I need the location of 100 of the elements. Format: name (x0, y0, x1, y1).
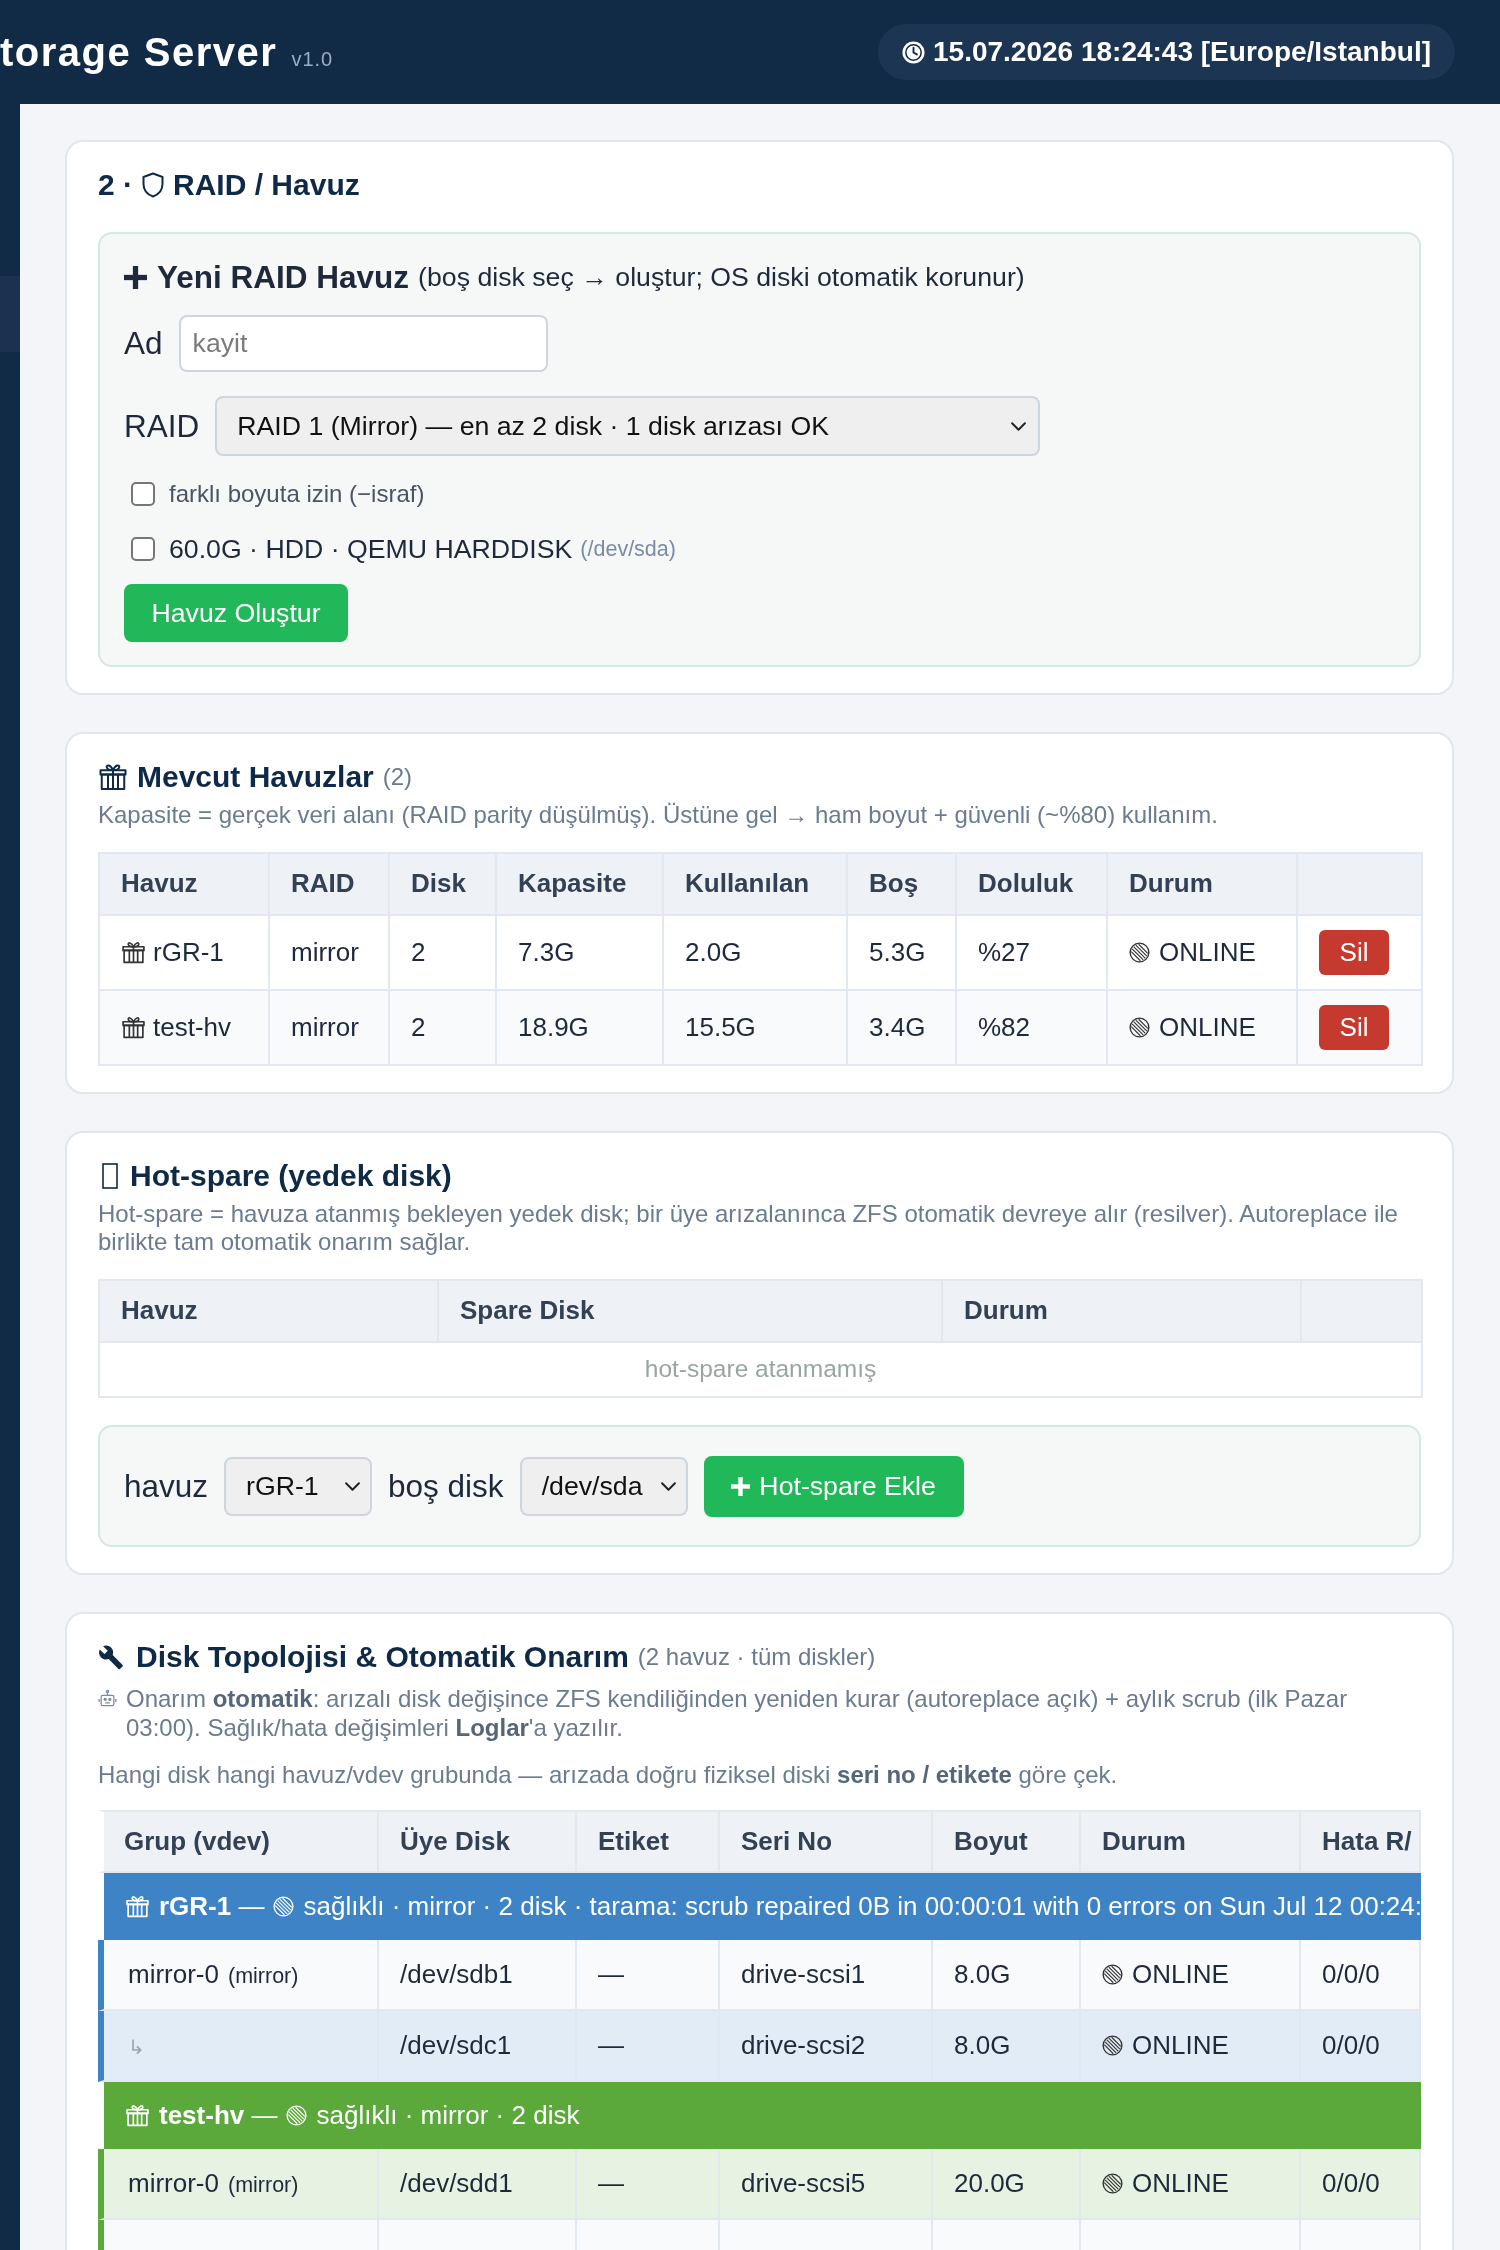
section-description: Kapasite = gerçek veri alanı (RAID parity düşülmüş). Üstüne gel → ham boyut + güvenli (~%80) kullanım. (98, 801, 1219, 830)
table-cell: %82 (956, 989, 1107, 1065)
version-label: v1.0 (291, 48, 334, 71)
pool-name: test-hv (153, 1011, 232, 1043)
hatched-circle-icon (273, 1895, 295, 1917)
robot-icon (98, 1688, 117, 1708)
vdev-name: mirror-0 (128, 2167, 219, 2198)
pool-count: (2) (382, 762, 413, 792)
table-cell: 2 (389, 989, 496, 1065)
pool-name: rGR-1 (153, 936, 224, 968)
hatched-circle-icon (1129, 941, 1150, 963)
field-label: havuz (124, 1467, 209, 1505)
table-cell: 7.3G (496, 914, 663, 990)
gift-icon (125, 1893, 150, 1919)
checkbox[interactable] (131, 482, 155, 506)
section-description: Hot-spare = havuza atanmış bekleyen yedek disk; bir üye arızalanınca ZFS otomatik devreye alır (resilver). Autoreplace ile birlikte tam otomatik onarım sağlar. (98, 1199, 1399, 1257)
table-cell: 5.3G (847, 914, 956, 990)
column-header: Durum (942, 1279, 1301, 1342)
column-header: Kullanılan (663, 852, 847, 915)
wrench-icon (98, 1643, 124, 1670)
app-title: torage Server (0, 29, 278, 76)
hatched-circle-icon (1102, 2034, 1123, 2056)
column-header: Seri No (720, 1809, 933, 1873)
section-title: Hot-spare (yedek disk) (130, 1157, 452, 1194)
chevron-down-icon (345, 1481, 361, 1491)
column-header: Spare Disk (438, 1279, 942, 1342)
table-cell: 15.5G (663, 989, 847, 1065)
field-label: boş disk (388, 1467, 504, 1505)
status-text: ONLINE (1132, 1958, 1229, 1990)
gift-icon (98, 762, 128, 792)
column-header: Durum (1081, 1809, 1301, 1873)
datetime-text: 15.07.2026 18:24:43 [Europe/Istanbul] (933, 36, 1431, 68)
vdev-type: (mirror) (228, 2172, 299, 2197)
repair-note: Onarım otomatik: arızalı disk değişince ZFS kendiliğinden yeniden kurar (autoreplace açık) + aylık scrub (ilk Pazar 03:00). Sağlık/hata değişimleri Loglar'a yazılır. (126, 1683, 1349, 1742)
section-title: RAID / Havuz (173, 167, 360, 203)
status-text: ONLINE (1159, 936, 1256, 968)
group-title: rGR-1 — (159, 1890, 265, 1922)
topology-hint: Hangi disk hangi havuz/vdev grubunda — arızada doğru fiziksel diski seri no / etikete göre çek. (98, 1759, 1119, 1789)
column-header: Havuz (99, 852, 269, 915)
column-header: Disk (389, 852, 496, 915)
gift-icon (125, 2102, 150, 2128)
name-input[interactable]: kayit (178, 315, 548, 372)
hatched-circle-icon (1102, 2172, 1123, 2194)
plus-icon (731, 1476, 751, 1496)
column-header: Grup (vdev) (98, 1809, 379, 1873)
table-cell: 2 (389, 914, 496, 990)
column-header: Kapasite (496, 852, 663, 915)
disk-select[interactable]: /dev/sda (519, 1456, 688, 1516)
disk-label: 60.0G · HDD · QEMU HARDDISK (169, 533, 573, 565)
plus-icon (124, 265, 147, 289)
section-number: 2 · (98, 167, 133, 203)
section-subtitle: (2 havuz · tüm diskler) (637, 1641, 876, 1672)
column-header: Etiket (577, 1809, 720, 1873)
group-summary: sağlıklı · mirror · 2 disk · tarama: scrub repaired 0B in 00:00:01 with 0 errors on Sun Jul 12 00:24: (303, 1890, 1421, 1922)
device-path: (/dev/sda) (580, 536, 676, 562)
status-text: ONLINE (1132, 2029, 1229, 2061)
chevron-down-icon (660, 1481, 676, 1491)
table-cell: mirror (269, 989, 389, 1065)
vdev-name: mirror-0 (128, 1958, 219, 1989)
table-cell: 18.9G (496, 989, 663, 1065)
empty-table-message: hot-spare atanmamış (99, 1341, 1422, 1397)
delete-button[interactable]: Sil (1319, 929, 1389, 975)
chevron-down-icon (1011, 421, 1027, 431)
shield-icon (142, 172, 164, 198)
hatched-circle-icon (1129, 1016, 1150, 1038)
column-header: Havuz (99, 1279, 438, 1342)
field-label: RAID (124, 407, 200, 445)
column-header: Üye Disk (379, 1809, 577, 1873)
group-summary: sağlıklı · mirror · 2 disk (316, 2099, 580, 2131)
table-cell: %27 (956, 914, 1107, 990)
column-header: Durum (1107, 852, 1297, 915)
column-header: RAID (269, 852, 389, 915)
gift-icon (121, 1014, 146, 1040)
table-cell: 3.4G (847, 989, 956, 1065)
field-label: Ad (124, 325, 163, 362)
pool-select[interactable]: rGR-1 (224, 1456, 373, 1516)
option-label: farklı boyuta izin (−israf) (169, 480, 425, 508)
table-cell: 2.0G (663, 914, 847, 990)
vdev-type: (mirror) (228, 1963, 299, 1988)
panel-title: Yeni RAID Havuz (157, 258, 410, 296)
column-header: Hata R/ (1301, 1809, 1421, 1873)
rectangle-icon (102, 1162, 118, 1189)
status-text: ONLINE (1132, 2167, 1229, 2199)
panel-subtitle: (boş disk seç → oluştur; OS diski otomatik korunur) (418, 261, 1025, 293)
hatched-circle-icon (1102, 1963, 1123, 1985)
raid-select[interactable]: RAID 1 (Mirror) — en az 2 disk · 1 disk arızası OK (215, 396, 1041, 456)
column-header: Boyut (933, 1809, 1081, 1873)
column-header: Boş (847, 852, 956, 915)
gift-icon (121, 939, 146, 965)
section-title: Mevcut Havuzlar (137, 759, 374, 795)
section-title: Disk Topolojisi & Otomatik Onarım (136, 1638, 629, 1675)
delete-button[interactable]: Sil (1319, 1004, 1389, 1050)
indent-arrow: ↳ (128, 2035, 145, 2058)
hatched-circle-icon (286, 2104, 308, 2126)
status-text: ONLINE (1159, 1011, 1256, 1043)
group-title: test-hv — (159, 2099, 278, 2131)
column-header: Doluluk (956, 852, 1107, 915)
table-cell: mirror (269, 914, 389, 990)
clock-icon (902, 40, 925, 64)
checkbox[interactable] (131, 537, 155, 561)
